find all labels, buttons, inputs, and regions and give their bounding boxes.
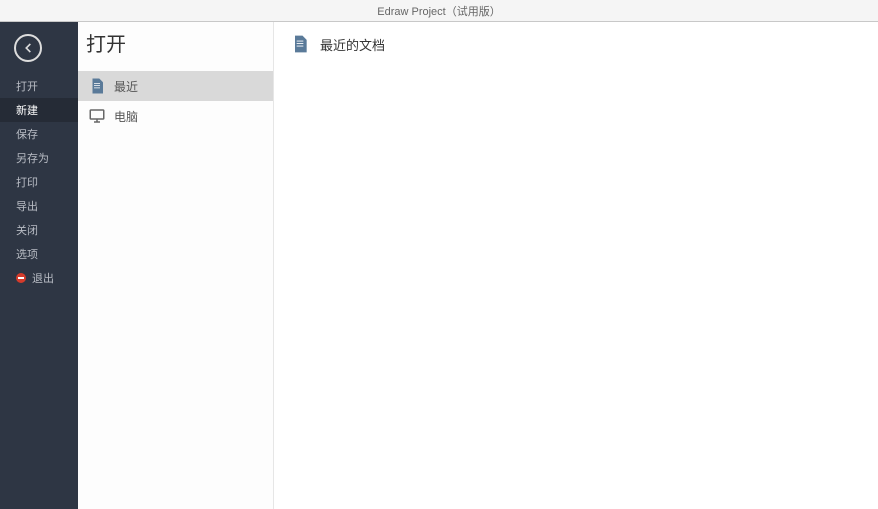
sidebar-item-exit[interactable]: 退出	[0, 266, 78, 290]
sidebar-item-label: 保存	[16, 126, 38, 142]
sidebar-item-export[interactable]: 导出	[0, 194, 78, 218]
sidebar: 打开 新建 保存 另存为 打印 导出 关闭 选项 退出	[0, 22, 78, 509]
back-button[interactable]	[14, 34, 42, 62]
monitor-icon	[88, 107, 106, 125]
sidebar-item-label: 关闭	[16, 222, 38, 238]
content-panel: 最近的文档	[274, 22, 878, 509]
sidebar-item-label: 另存为	[16, 150, 49, 166]
sidebar-item-close[interactable]: 关闭	[0, 218, 78, 242]
source-item-label: 最近	[114, 78, 138, 95]
document-icon	[88, 77, 106, 95]
page-title: 打开	[78, 26, 273, 71]
app-title: Edraw Project（试用版）	[377, 3, 500, 19]
sidebar-item-label: 导出	[16, 198, 38, 214]
content-heading: 最近的文档	[320, 35, 385, 54]
sidebar-item-label: 退出	[32, 270, 54, 286]
sidebar-item-new[interactable]: 新建	[0, 98, 78, 122]
back-arrow-icon	[21, 41, 35, 55]
sidebar-item-print[interactable]: 打印	[0, 170, 78, 194]
source-item-label: 电脑	[114, 108, 138, 125]
source-item-recent[interactable]: 最近	[78, 71, 273, 101]
sidebar-item-label: 打印	[16, 174, 38, 190]
document-icon	[290, 34, 310, 54]
sidebar-item-label: 选项	[16, 246, 38, 262]
main-container: 打开 新建 保存 另存为 打印 导出 关闭 选项 退出 打开	[0, 22, 878, 509]
sidebar-item-open[interactable]: 打开	[0, 74, 78, 98]
sidebar-item-label: 新建	[16, 102, 38, 118]
sidebar-item-saveas[interactable]: 另存为	[0, 146, 78, 170]
sidebar-item-options[interactable]: 选项	[0, 242, 78, 266]
source-panel: 打开 最近 电脑	[78, 22, 274, 509]
sidebar-item-save[interactable]: 保存	[0, 122, 78, 146]
source-item-computer[interactable]: 电脑	[78, 101, 273, 131]
sidebar-item-label: 打开	[16, 78, 38, 94]
title-bar: Edraw Project（试用版）	[0, 0, 878, 22]
content-header: 最近的文档	[290, 34, 862, 54]
exit-icon	[16, 273, 26, 283]
